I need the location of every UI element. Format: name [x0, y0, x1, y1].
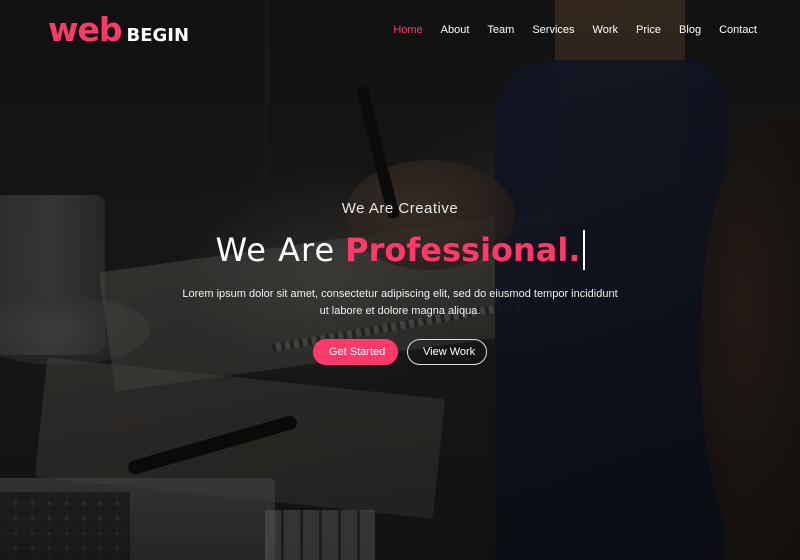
hero-description: Lorem ipsum dolor sit amet, consectetur …	[182, 288, 618, 317]
logo-begin-text: BEGIN	[126, 25, 190, 46]
hero-buttons: Get Started View Work	[0, 339, 800, 365]
main-nav: Home About Team Services Work Price Blog…	[375, 24, 757, 36]
hero-kicker: We Are Creative	[341, 200, 459, 217]
site-logo[interactable]: web BEGIN	[48, 10, 189, 49]
headline-strong-text: Professional.	[345, 231, 581, 269]
nav-services[interactable]: Services	[532, 24, 574, 36]
nav-home[interactable]: Home	[393, 24, 422, 36]
nav-team[interactable]: Team	[487, 24, 514, 36]
nav-blog[interactable]: Blog	[679, 24, 701, 36]
nav-about[interactable]: About	[441, 24, 470, 36]
logo-web-text: web	[48, 10, 122, 49]
get-started-button[interactable]: Get Started	[313, 339, 398, 365]
typing-cursor	[582, 230, 585, 270]
nav-price[interactable]: Price	[636, 24, 661, 36]
nav-contact[interactable]: Contact	[719, 24, 757, 36]
view-work-button[interactable]: View Work	[407, 339, 487, 365]
hero-content: We Are Creative We Are Professional. Lor…	[0, 200, 800, 365]
nav-work[interactable]: Work	[593, 24, 618, 36]
hero-headline: We Are Professional.	[215, 228, 585, 272]
site-header: web BEGIN Home About Team Services Work P…	[0, 0, 800, 62]
headline-light-text: We Are	[215, 231, 336, 269]
